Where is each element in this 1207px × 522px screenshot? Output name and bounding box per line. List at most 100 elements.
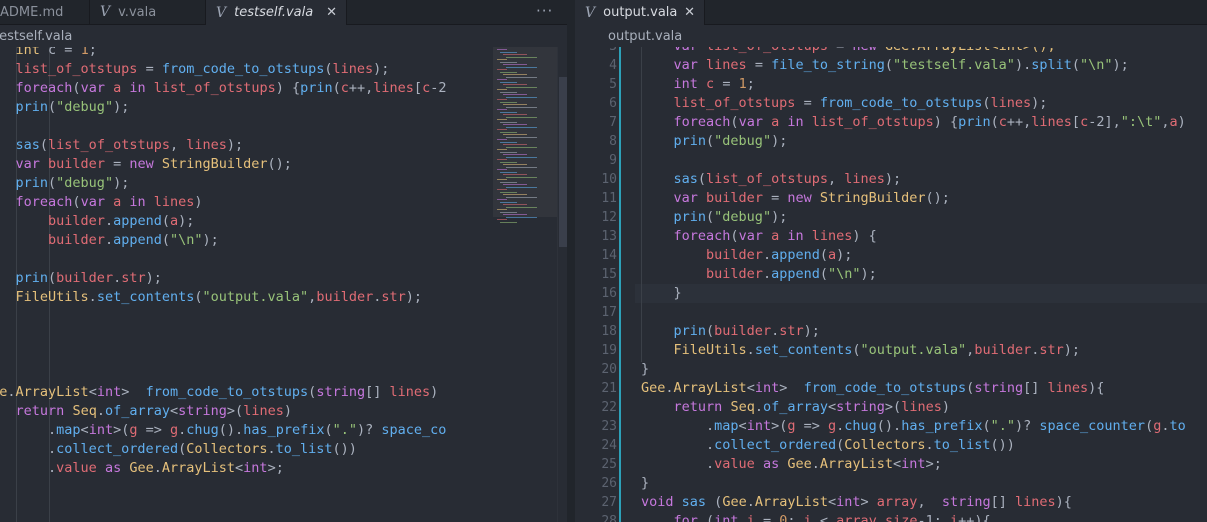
close-icon[interactable]: ✕ — [326, 5, 337, 20]
code-token: ()) — [332, 441, 357, 457]
breadcrumb[interactable]: testself.vala — [0, 25, 72, 47]
code-token: ( — [706, 494, 723, 510]
code-token: -2 — [430, 80, 447, 96]
vala-file-icon: V — [585, 4, 596, 21]
code-token: as — [104, 460, 122, 476]
code-token: collect_ordered — [56, 441, 179, 457]
code-token: return — [673, 399, 723, 415]
code-token: < — [893, 456, 902, 472]
code-line: .collect_ordered(Collectors.to_list()) — [0, 440, 357, 459]
minimap-line — [497, 79, 507, 80]
close-icon[interactable]: ✕ — [684, 5, 695, 20]
code-token: ; — [787, 513, 804, 522]
code-token: ( — [161, 232, 170, 248]
code-token: space_co — [381, 422, 447, 438]
code-token: , — [917, 494, 942, 510]
code-line: var builder = new StringBuilder(); — [0, 155, 292, 174]
tab-readme[interactable]: ADME.md — [0, 0, 90, 24]
code-line: } — [641, 284, 682, 303]
code-token: (). — [876, 418, 902, 434]
more-actions-icon[interactable]: ··· — [536, 2, 553, 20]
line-number: 17 — [601, 305, 617, 320]
code-token: "\n" — [828, 266, 861, 282]
code-token: . — [746, 494, 755, 510]
code-token: string — [316, 384, 366, 400]
code-token: a — [113, 194, 122, 210]
code-token: int — [746, 418, 772, 434]
minimap-line — [503, 94, 527, 95]
code-token: ArrayList — [673, 380, 747, 396]
code-token: prin — [673, 209, 707, 225]
minimap-line — [500, 71, 517, 73]
code-line: prin("debug"); — [641, 208, 788, 227]
code-token: str — [121, 270, 146, 286]
code-token: lines — [373, 80, 414, 96]
code-token: "debug" — [56, 99, 114, 115]
minimap-line — [497, 179, 507, 180]
code-token: < — [235, 460, 244, 476]
breadcrumb[interactable]: output.vala — [608, 25, 682, 47]
code-token: prin — [673, 133, 707, 149]
code-token: >; — [925, 456, 942, 472]
minimap-line — [497, 109, 507, 110]
code-line: list_of_otstups = from_code_to_otstups(l… — [641, 94, 1048, 113]
minimap-line — [497, 219, 507, 220]
code-token: append — [113, 232, 162, 248]
code-token: ( — [1071, 57, 1080, 73]
minimap[interactable] — [493, 47, 557, 522]
code-token: chug — [186, 422, 219, 438]
minimap-line — [506, 86, 537, 88]
code-token: ( — [852, 342, 861, 358]
code-line: Gee.ArrayList<int> from_code_to_otstups(… — [0, 383, 438, 402]
code-token: . — [641, 456, 715, 472]
line-number: 16 — [601, 286, 617, 301]
code-token: "debug" — [714, 209, 772, 225]
code-token: int — [673, 76, 698, 92]
code-token: ); — [1063, 342, 1081, 358]
code-line: sas(list_of_otstups, lines); — [641, 170, 902, 189]
editor-group-divider[interactable] — [567, 0, 575, 522]
line-number: 10 — [601, 172, 617, 187]
minimap-line — [497, 89, 507, 90]
code-token: in — [129, 194, 146, 210]
vertical-scrollbar[interactable] — [557, 47, 567, 522]
code-editor[interactable]: int c = 1; list_of_otstups = from_code_t… — [0, 47, 567, 522]
code-token: array — [876, 494, 918, 510]
tab-testself-vala[interactable]: V testself.vala ✕ — [206, 0, 347, 25]
tab-v-vala[interactable]: V v.vala — [90, 0, 206, 24]
minimap-line — [497, 199, 507, 200]
code-token: ( — [324, 422, 333, 438]
code-token: lines — [186, 137, 227, 153]
current-line-highlight — [635, 284, 1207, 303]
code-token: lines — [1015, 494, 1056, 510]
code-token: ( — [819, 266, 828, 282]
tab-output-vala[interactable]: V output.vala ✕ — [575, 0, 705, 25]
code-token: [] — [990, 494, 1015, 510]
code-token: ){ — [1088, 380, 1105, 396]
code-token: < — [746, 380, 755, 396]
code-line: for (int i = 0; i < array.size-1; i++){ — [641, 512, 991, 522]
code-token: new — [787, 190, 812, 206]
code-line: return Seq.of_array<string>(lines) — [0, 402, 292, 421]
minimap-line — [497, 99, 507, 100]
scrollbar-thumb[interactable] — [559, 77, 567, 247]
minimap-line — [503, 214, 527, 215]
code-token: in — [787, 228, 804, 244]
code-editor[interactable]: 3 var list_of_otstups = new Gee.ArrayLis… — [575, 47, 1207, 522]
code-token: ++){ — [958, 513, 991, 522]
minimap-line — [500, 121, 517, 123]
code-token: as — [762, 456, 780, 472]
code-token: list_of_otstups — [673, 95, 796, 111]
code-line: sas(list_of_otstups, lines); — [0, 136, 244, 155]
code-token: 1 — [738, 76, 747, 92]
